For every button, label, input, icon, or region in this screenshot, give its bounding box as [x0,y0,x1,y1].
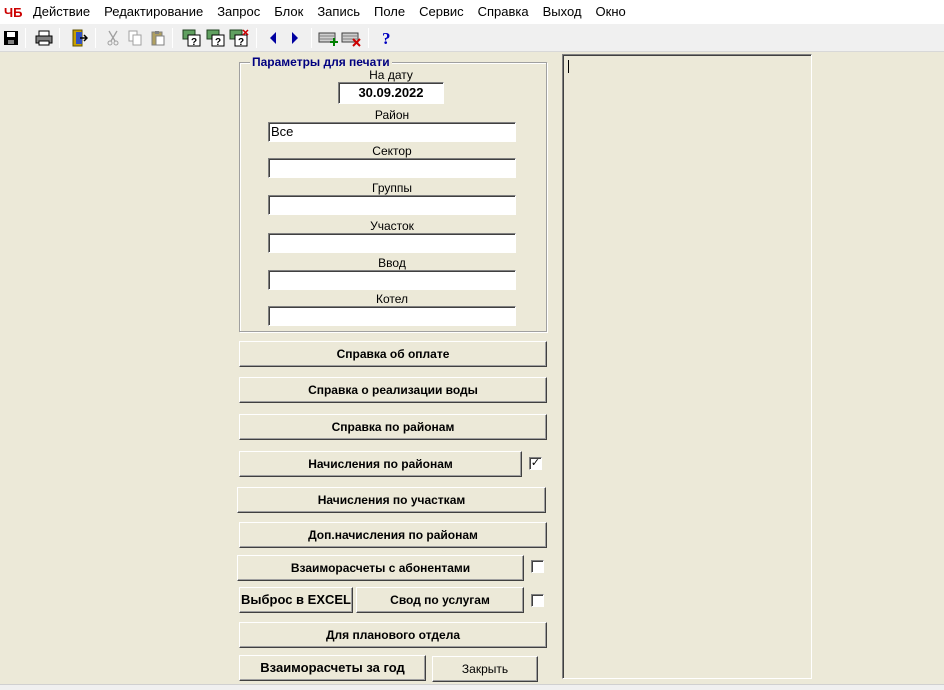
toolbar: ? ? ? ? [0,24,944,52]
query-cancel-icon[interactable]: ? [228,27,250,49]
district-ref-button[interactable]: Справка по районам [239,414,547,440]
svg-text:?: ? [382,29,391,47]
subscriber-settlements-button[interactable]: Взаиморасчеты с абонентами [237,555,524,581]
print-params-title: Параметры для печати [250,55,392,69]
svg-text:?: ? [215,37,221,47]
insert-record-icon[interactable] [318,27,340,49]
boiler-label: Котел [375,292,409,306]
app-logo-icon[interactable]: ЧБ [2,2,24,22]
menu-service[interactable]: Сервис [412,0,471,24]
groups-field[interactable] [268,195,516,215]
next-record-icon[interactable] [284,27,306,49]
help-icon[interactable]: ? [376,27,398,49]
status-strip [0,684,944,690]
query-icon[interactable]: ? [181,27,203,49]
menu-exit[interactable]: Выход [536,0,589,24]
yearly-settlements-button[interactable]: Взаиморасчеты за год [239,655,426,681]
prev-record-icon[interactable] [262,27,284,49]
close-button[interactable]: Закрыть [432,656,538,682]
menu-block[interactable]: Блок [267,0,310,24]
boiler-field[interactable] [268,306,516,326]
paste-icon[interactable] [147,27,169,49]
district-label: Район [374,108,410,122]
date-label: На дату [369,68,413,82]
payment-ref-button[interactable]: Справка об оплате [239,341,547,367]
svg-text:?: ? [238,37,244,47]
exit-door-icon[interactable] [68,27,90,49]
subscriber-settlements-checkbox[interactable] [531,560,544,573]
sector-field[interactable] [268,158,516,178]
input-label: Ввод [378,256,406,270]
sector-label: Сектор [372,144,412,158]
cut-icon[interactable] [102,27,124,49]
delete-record-icon[interactable] [341,27,363,49]
water-sales-ref-button[interactable]: Справка о реализации воды [239,377,547,403]
menu-help[interactable]: Справка [471,0,536,24]
menu-bar: ЧБ Действие Редактирование Запрос Блок З… [0,0,944,24]
extra-charges-district-button[interactable]: Доп.начисления по районам [239,522,547,548]
query-run-icon[interactable]: ? [205,27,227,49]
services-summary-button[interactable]: Свод по услугам [356,587,524,613]
input-field[interactable] [268,270,516,290]
services-summary-checkbox[interactable] [531,594,544,607]
district-field[interactable]: Все [268,122,516,142]
menu-action[interactable]: Действие [26,0,97,24]
menu-edit[interactable]: Редактирование [97,0,210,24]
copy-icon[interactable] [124,27,146,49]
svg-text:ЧБ: ЧБ [4,5,22,20]
svg-text:?: ? [191,37,197,47]
text-cursor [568,60,569,73]
menu-field[interactable]: Поле [367,0,412,24]
print-icon[interactable] [33,27,55,49]
export-excel-button[interactable]: Выброс в EXCEL [239,587,353,613]
save-icon[interactable] [0,27,22,49]
menu-window[interactable]: Окно [589,0,633,24]
menu-query[interactable]: Запрос [210,0,267,24]
plot-label: Участок [370,219,414,233]
date-field[interactable]: 30.09.2022 [338,82,444,104]
groups-label: Группы [372,181,412,195]
charges-plots-button[interactable]: Начисления по участкам [237,487,546,513]
output-text-area[interactable] [562,54,812,679]
charges-district-button[interactable]: Начисления по районам [239,451,522,477]
menu-record[interactable]: Запись [310,0,367,24]
charges-district-checkbox[interactable]: ✓ [529,457,542,470]
planning-dept-button[interactable]: Для планового отдела [239,622,547,648]
plot-field[interactable] [268,233,516,253]
